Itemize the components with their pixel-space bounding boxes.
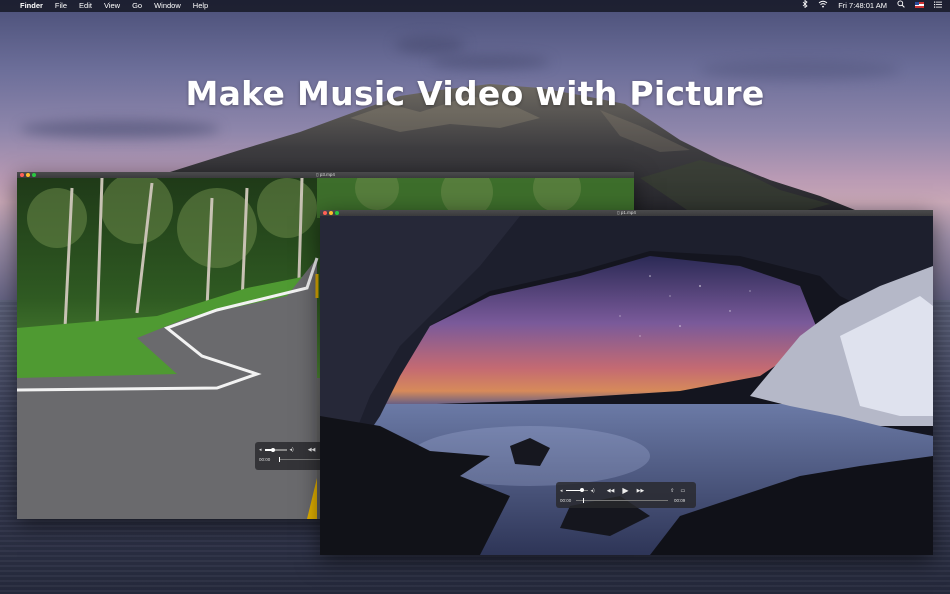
menu-file[interactable]: File — [55, 0, 67, 12]
volume-high-icon: ◂) — [289, 447, 294, 453]
menu-go[interactable]: Go — [132, 0, 142, 12]
volume-slider[interactable] — [565, 488, 588, 493]
playhead[interactable] — [583, 498, 585, 503]
menu-bar: Finder File Edit View Go Window Help Fri… — [0, 0, 950, 12]
volume-knob[interactable] — [271, 447, 276, 452]
video-frame-cave[interactable]: ◂ ◂) ◀◀ ▶ ▶▶ ⇧ ▭ 00:00 00:09 — [320, 216, 933, 555]
volume-knob[interactable] — [580, 488, 585, 493]
time-current: 00:00 — [560, 498, 572, 503]
rewind-button[interactable]: ◀◀ — [607, 488, 615, 494]
player-controls[interactable]: ◂ ◂) ◀◀ ▶ ▶▶ ⇧ ▭ 00:00 00:09 — [556, 482, 696, 508]
clock-datetime[interactable]: Fri 7:48:01 AM — [838, 0, 887, 12]
wifi-icon[interactable] — [818, 0, 828, 12]
search-icon[interactable] — [897, 0, 905, 12]
menu-window[interactable]: Window — [154, 0, 181, 12]
volume-high-icon: ◂) — [590, 487, 595, 494]
menu-view[interactable]: View — [104, 0, 120, 12]
fast-forward-button[interactable]: ▶▶ — [637, 488, 645, 494]
flag-icon[interactable] — [915, 0, 924, 12]
share-icon[interactable]: ⇧ — [670, 488, 674, 494]
volume-low-icon: ◂ — [259, 447, 262, 453]
rewind-button[interactable]: ◀◀ — [308, 447, 316, 453]
menu-help[interactable]: Help — [193, 0, 208, 12]
promo-headline: Make Music Video with Picture — [185, 74, 765, 113]
volume-low-icon: ◂ — [560, 487, 563, 494]
play-button[interactable]: ▶ — [622, 486, 628, 495]
volume-slider[interactable] — [264, 447, 287, 452]
progress-bar[interactable] — [576, 498, 668, 503]
time-current: 00:00 — [259, 457, 271, 462]
picture-in-picture-icon[interactable]: ▭ — [680, 488, 685, 494]
video-window-p1[interactable]: ▯ p1.mp4 ◂ ◂) ◀◀ ▶ ▶▶ ⇧ ▭ 00:00 00:09 — [320, 210, 933, 555]
list-icon[interactable] — [934, 0, 942, 12]
bluetooth-icon[interactable] — [802, 0, 808, 12]
menu-edit[interactable]: Edit — [79, 0, 92, 12]
app-menu-finder[interactable]: Finder — [20, 0, 43, 12]
playhead[interactable] — [279, 457, 280, 462]
time-total: 00:09 — [674, 498, 686, 503]
